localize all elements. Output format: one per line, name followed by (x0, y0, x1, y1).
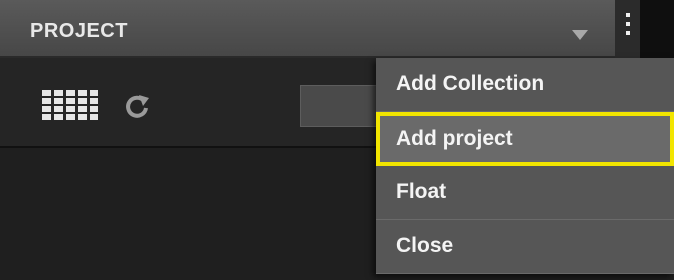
menu-item-add-collection[interactable]: Add Collection (376, 58, 674, 112)
panel-edge (640, 0, 674, 58)
triangle-down-icon (572, 30, 588, 40)
menu-item-float[interactable]: Float (376, 166, 674, 220)
context-menu: Add Collection Add project Float Close (376, 58, 674, 274)
grid-view-button[interactable] (42, 90, 98, 120)
panel-menu-button[interactable] (568, 24, 592, 44)
panel-title: PROJECT (30, 20, 128, 42)
menu-item-close[interactable]: Close (376, 220, 674, 274)
refresh-button[interactable] (122, 91, 152, 121)
panel-options-button[interactable] (615, 0, 640, 58)
grid-view-icon (42, 90, 98, 120)
vertical-ellipsis-icon (626, 13, 630, 17)
vertical-ellipsis-icon (626, 31, 630, 35)
vertical-ellipsis-icon (626, 22, 630, 26)
project-panel: PROJECT Add Collection Add project Float… (0, 0, 674, 280)
refresh-icon (126, 95, 149, 118)
panel-header: PROJECT (0, 0, 615, 58)
menu-item-add-project[interactable]: Add project (376, 112, 674, 166)
